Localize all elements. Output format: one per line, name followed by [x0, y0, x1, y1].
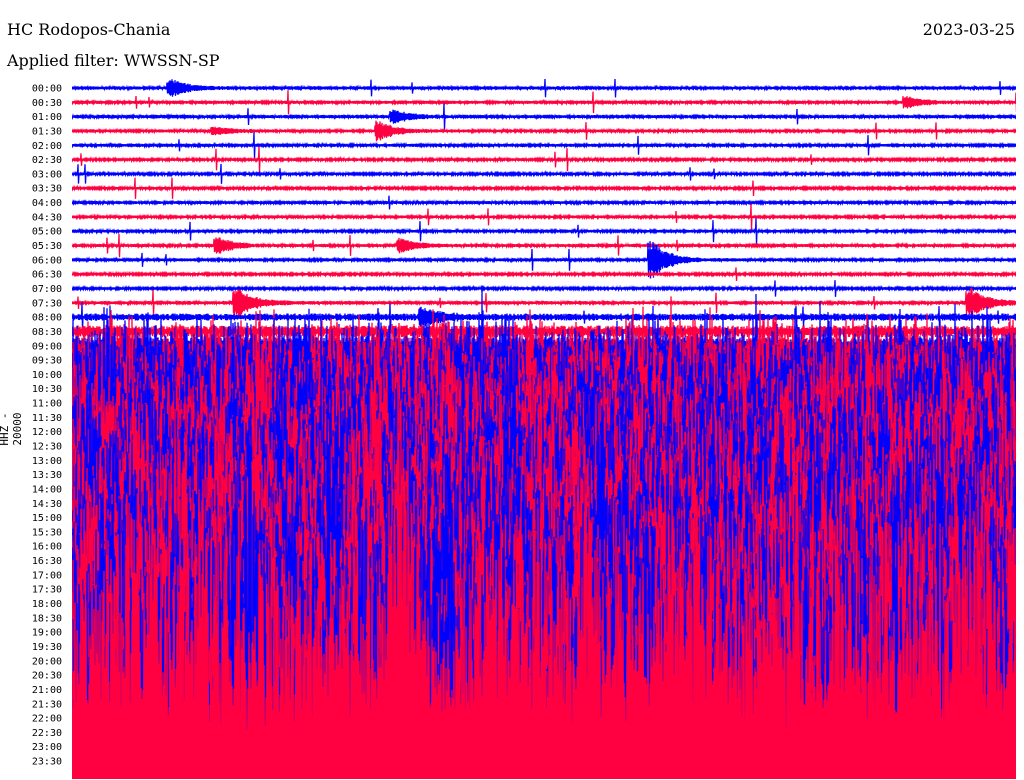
row-time-label: 16:00	[32, 542, 62, 553]
row-time-label: 14:00	[32, 484, 62, 495]
row-time-label: 18:30	[32, 613, 62, 624]
row-time-label: 12:00	[32, 427, 62, 438]
helicorder-plot: 00:00 00:30 01:00 01:30 02:00 02:30 03:00 03:30…	[32, 79, 1016, 780]
row-time-label: 06:00	[32, 255, 62, 266]
row-time-label: 16:30	[32, 556, 62, 567]
row-time-label: 11:00	[32, 399, 62, 410]
trace-0630	[72, 267, 1016, 281]
row-time-label: 02:00	[32, 141, 62, 152]
row-time-label: 00:00	[32, 84, 62, 95]
row-time-label: 21:30	[32, 699, 62, 710]
row-time-label: 10:30	[32, 384, 62, 395]
row-time-label: 10:00	[32, 370, 62, 381]
row-time-label: 03:00	[32, 169, 62, 180]
row-time-label: 00:30	[32, 98, 62, 109]
row-time-label: 13:00	[32, 456, 62, 467]
row-time-label: 03:30	[32, 184, 62, 195]
row-time-label: 20:00	[32, 656, 62, 667]
trace-0100	[72, 103, 1016, 130]
row-time-label: 08:30	[32, 327, 62, 338]
trace-0700	[72, 280, 1016, 297]
row-time-label: 06:30	[32, 270, 62, 281]
row-time-label: 07:30	[32, 298, 62, 309]
row-time-label: 23:30	[32, 757, 62, 768]
trace-0230	[72, 146, 1016, 173]
row-time-label: 12:30	[32, 442, 62, 453]
row-time-label: 04:30	[32, 212, 62, 223]
row-time-label: 02:30	[32, 155, 62, 166]
row-time-label: 14:30	[32, 499, 62, 510]
row-time-label: 17:00	[32, 570, 62, 581]
trace-0400	[72, 195, 1016, 210]
trace-0430	[72, 203, 1016, 230]
row-time-label: 21:00	[32, 685, 62, 696]
row-time-label: 05:00	[32, 227, 62, 238]
row-time-label: 01:30	[32, 126, 62, 137]
row-time-label: 05:30	[32, 241, 62, 252]
row-time-label: 09:30	[32, 356, 62, 367]
row-time-label: 15:00	[32, 513, 62, 524]
row-time-label: 19:30	[32, 642, 62, 653]
trace-0530	[72, 233, 1016, 258]
trace-0130	[72, 120, 1016, 142]
trace-0730	[72, 287, 1016, 318]
trace-0300	[72, 163, 1016, 184]
row-time-label: 09:00	[32, 341, 62, 352]
row-time-label: 01:00	[32, 112, 62, 123]
row-time-label: 23:00	[32, 742, 62, 753]
trace-0000	[72, 79, 1016, 98]
row-time-label: 18:00	[32, 599, 62, 610]
row-time-label: 13:30	[32, 470, 62, 481]
row-time-label: 15:30	[32, 527, 62, 538]
trace-0200	[72, 132, 1016, 159]
row-time-label: 04:00	[32, 198, 62, 209]
row-time-label: 17:30	[32, 585, 62, 596]
row-time-label: 22:00	[32, 714, 62, 725]
row-time-label: 07:00	[32, 284, 62, 295]
trace-0030	[72, 90, 1016, 115]
row-time-label: 19:00	[32, 628, 62, 639]
row-time-label: 11:30	[32, 413, 62, 424]
trace-0330	[72, 177, 1016, 199]
row-time-label: 22:30	[32, 728, 62, 739]
row-time-label: 20:30	[32, 671, 62, 682]
row-time-label: 08:00	[32, 313, 62, 324]
